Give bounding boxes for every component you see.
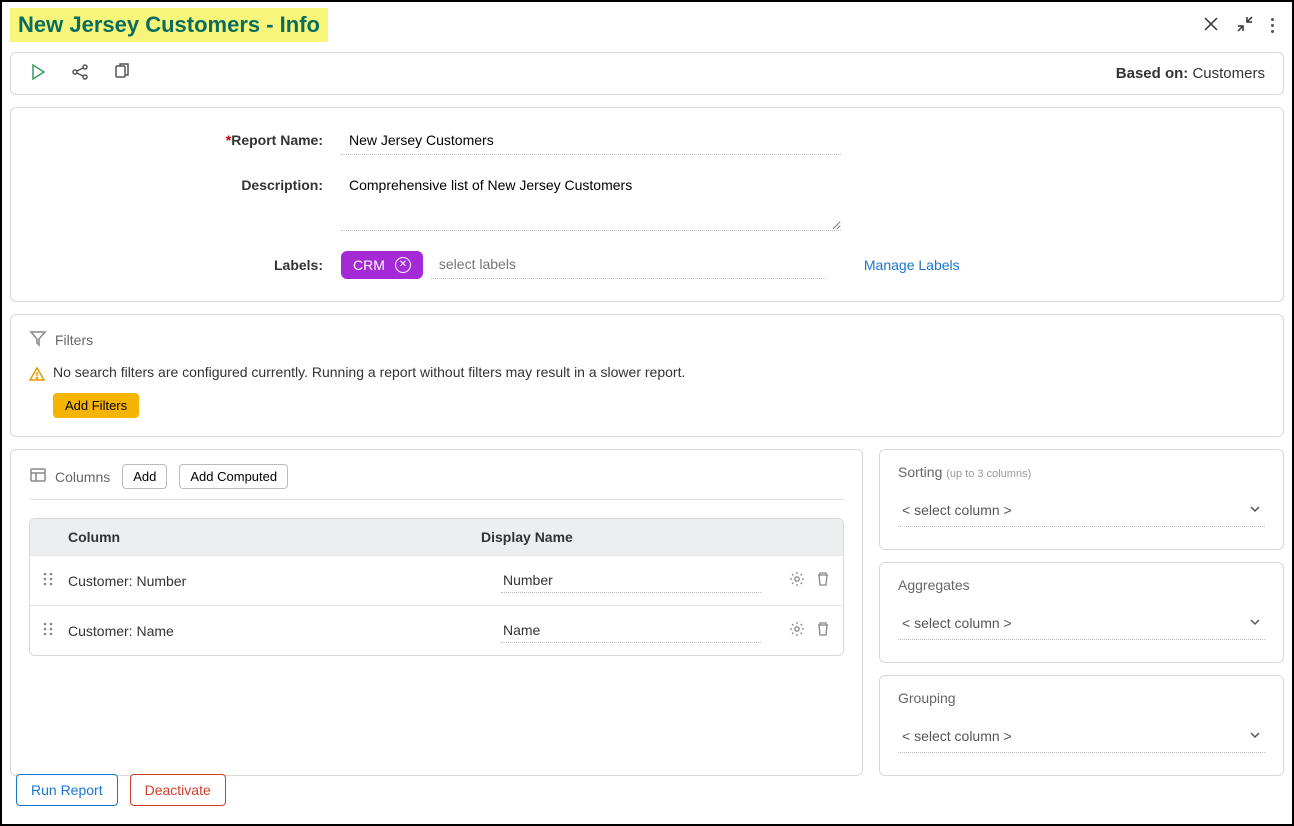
grouping-placeholder: < select column >: [902, 728, 1012, 744]
col-name: Customer: Number: [68, 573, 501, 589]
labels-input[interactable]: [431, 250, 826, 279]
sorting-placeholder: < select column >: [902, 502, 1012, 518]
filters-panel: Filters No search filters are configured…: [10, 314, 1284, 437]
description-label: Description:: [241, 177, 323, 193]
more-menu-icon[interactable]: [1271, 18, 1274, 33]
table-row: Customer: Name Name: [30, 605, 843, 655]
sorting-subtitle: (up to 3 columns): [946, 468, 1031, 480]
labels-label: Labels:: [274, 257, 323, 273]
report-name-input[interactable]: [341, 126, 841, 155]
share-icon[interactable]: [71, 63, 89, 84]
drag-handle-icon[interactable]: [42, 572, 68, 589]
sorting-panel: Sorting (up to 3 columns) < select colum…: [879, 449, 1284, 550]
sorting-title: Sorting: [898, 464, 942, 480]
close-icon[interactable]: [1203, 16, 1219, 35]
filter-icon: [29, 329, 47, 350]
remove-label-icon[interactable]: ✕: [395, 257, 411, 273]
aggregates-panel: Aggregates < select column >: [879, 562, 1284, 663]
aggregates-title: Aggregates: [898, 577, 1265, 593]
report-name-label: Report Name:: [231, 132, 323, 148]
columns-panel: Columns Add Add Computed Column Display …: [10, 449, 863, 776]
table-row: Customer: Number Number: [30, 555, 843, 605]
copy-icon[interactable]: [113, 63, 131, 84]
chevron-down-icon: [1249, 615, 1261, 631]
deactivate-button[interactable]: Deactivate: [130, 774, 226, 806]
gear-icon[interactable]: [789, 621, 805, 640]
warning-icon: [29, 366, 45, 385]
description-input[interactable]: [341, 171, 841, 231]
chevron-down-icon: [1249, 728, 1261, 744]
grouping-select[interactable]: < select column >: [898, 720, 1265, 753]
based-on-value: Customers: [1192, 65, 1265, 82]
columns-table: Column Display Name Customer: Number Num…: [29, 518, 844, 656]
based-on-label: Based on:: [1116, 65, 1189, 82]
col-header-display: Display Name: [481, 529, 831, 545]
add-filters-button[interactable]: Add Filters: [53, 393, 139, 418]
columns-title: Columns: [55, 469, 110, 485]
col-header-column: Column: [68, 529, 481, 545]
gear-icon[interactable]: [789, 571, 805, 590]
page-title: New Jersey Customers - Info: [10, 8, 328, 42]
collapse-icon[interactable]: [1237, 16, 1253, 35]
columns-layout-icon: [29, 466, 47, 487]
filters-warning-text: No search filters are configured current…: [53, 364, 685, 380]
drag-handle-icon[interactable]: [42, 622, 68, 639]
add-column-button[interactable]: Add: [122, 464, 167, 489]
chevron-down-icon: [1249, 502, 1261, 518]
trash-icon[interactable]: [815, 621, 831, 640]
label-chip-crm: CRM ✕: [341, 251, 423, 279]
run-report-button[interactable]: Run Report: [16, 774, 118, 806]
add-computed-button[interactable]: Add Computed: [179, 464, 288, 489]
filters-title: Filters: [55, 332, 93, 348]
manage-labels-link[interactable]: Manage Labels: [864, 257, 960, 273]
based-on: Based on: Customers: [1116, 65, 1265, 82]
col-display-input[interactable]: Number: [501, 568, 761, 593]
label-chip-text: CRM: [353, 257, 385, 273]
col-name: Customer: Name: [68, 623, 501, 639]
grouping-panel: Grouping < select column >: [879, 675, 1284, 776]
toolbar: Based on: Customers: [10, 52, 1284, 95]
grouping-title: Grouping: [898, 690, 1265, 706]
form-panel: *Report Name: Description: Labels: CRM ✕…: [10, 107, 1284, 302]
aggregates-select[interactable]: < select column >: [898, 607, 1265, 640]
run-icon[interactable]: [29, 63, 47, 84]
trash-icon[interactable]: [815, 571, 831, 590]
aggregates-placeholder: < select column >: [902, 615, 1012, 631]
col-display-input[interactable]: Name: [501, 618, 761, 643]
sorting-select[interactable]: < select column >: [898, 494, 1265, 527]
title-bar: New Jersey Customers - Info: [10, 8, 1284, 42]
